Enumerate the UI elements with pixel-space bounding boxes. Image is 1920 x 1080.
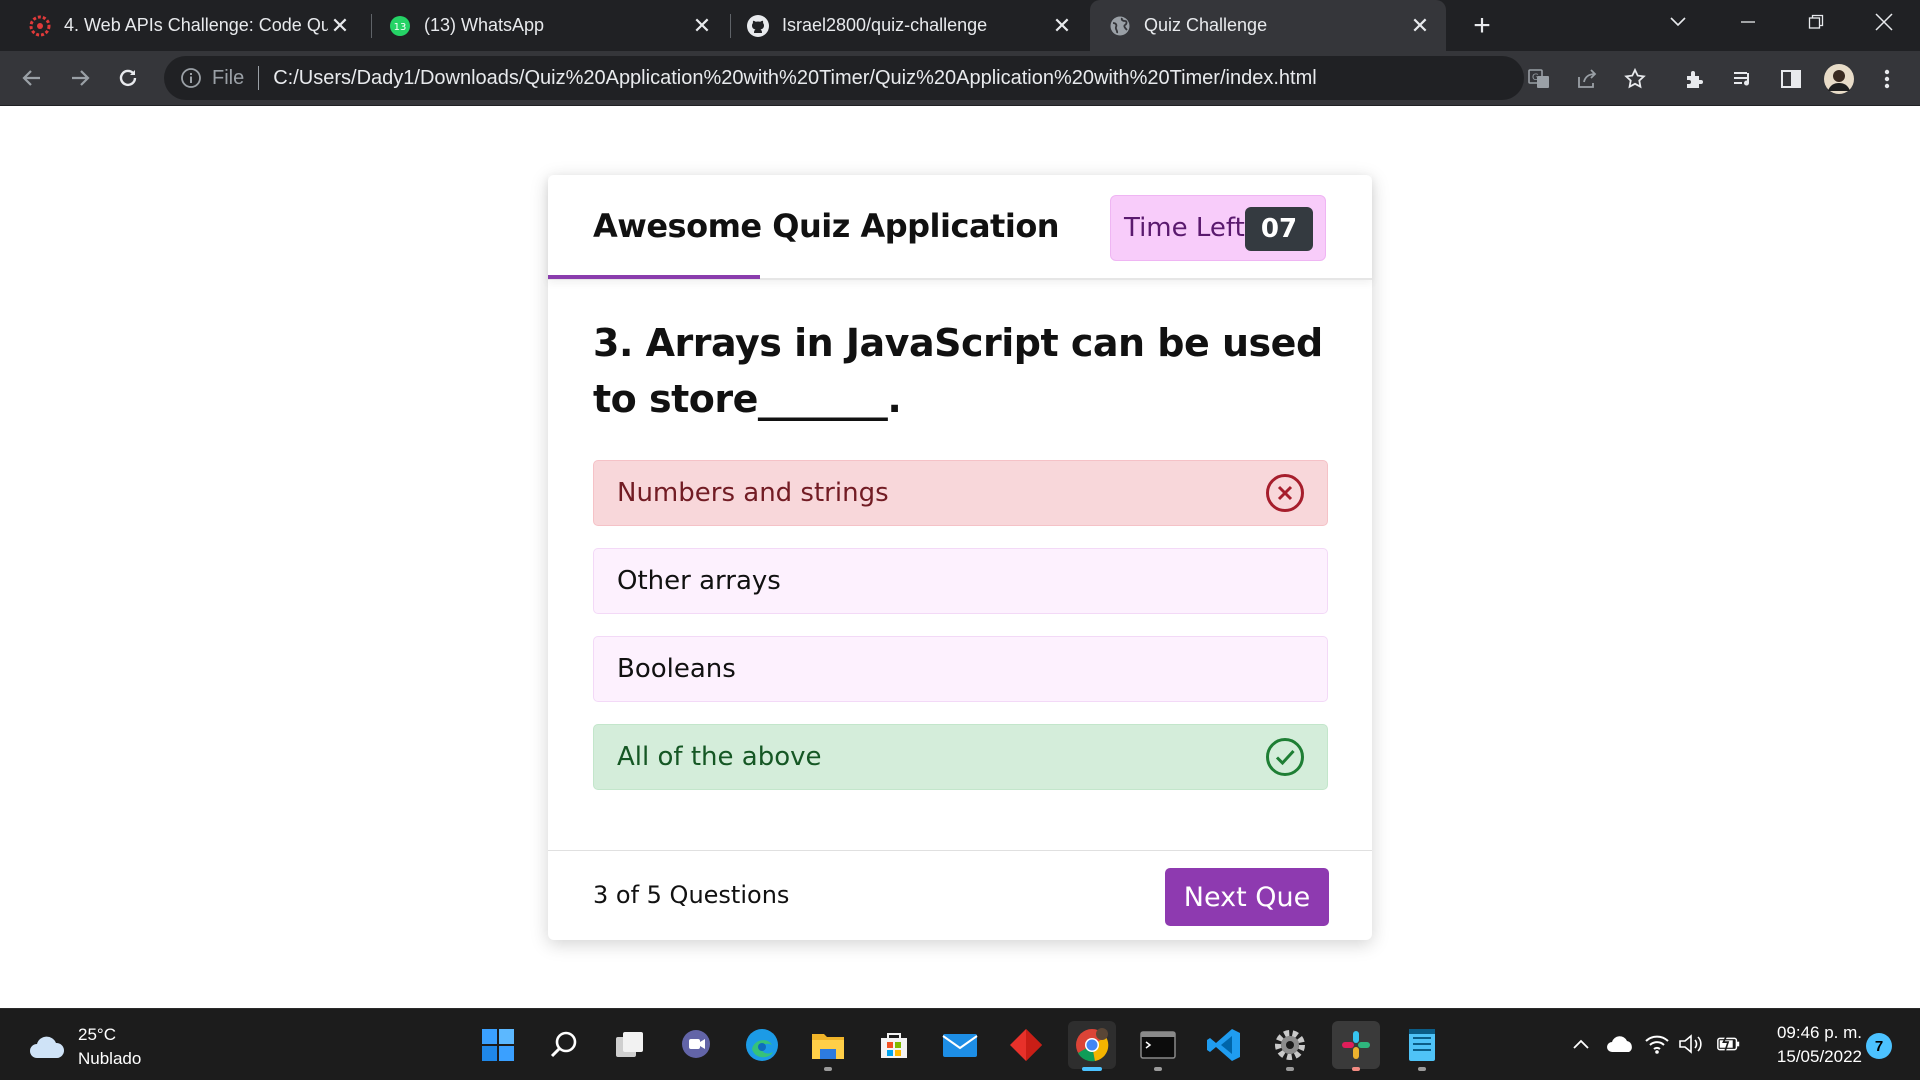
- tab-title: Quiz Challenge: [1144, 15, 1268, 35]
- browser-toolbar: File C:/Users/Dady1/Downloads/Quiz%20App…: [0, 51, 1920, 106]
- extensions-icon[interactable]: [1680, 64, 1710, 94]
- close-tab-icon[interactable]: ✕: [690, 13, 714, 38]
- running-indicator: [1286, 1067, 1294, 1071]
- teams-chat-icon[interactable]: [672, 1021, 720, 1069]
- show-hidden-icons-chevron-icon[interactable]: [1568, 1031, 1594, 1057]
- option[interactable]: Booleans: [593, 636, 1328, 702]
- forward-icon[interactable]: [62, 60, 98, 96]
- volume-icon[interactable]: [1678, 1031, 1704, 1057]
- close-tab-icon[interactable]: ✕: [328, 13, 352, 38]
- close-tab-icon[interactable]: ✕: [1050, 13, 1074, 38]
- url-divider: [258, 66, 260, 90]
- tab-github[interactable]: Israel2800/quiz-challenge ✕: [718, 0, 1088, 51]
- back-icon[interactable]: [14, 60, 50, 96]
- option-label: Numbers and strings: [617, 478, 889, 508]
- wifi-icon[interactable]: [1644, 1031, 1670, 1057]
- timer-label: Time Left: [1124, 213, 1245, 243]
- windows-taskbar: 25°C Nublado 09:46 p. m. 15/05/2022 7: [0, 1008, 1920, 1080]
- settings-icon[interactable]: [1266, 1021, 1314, 1071]
- tab-canvas[interactable]: 4. Web APIs Challenge: Code Qui ✕: [0, 0, 366, 51]
- git-tool-icon[interactable]: [1002, 1021, 1050, 1069]
- tab-search-icon[interactable]: [1650, 0, 1706, 44]
- time-progress-line: [548, 275, 760, 279]
- option-label: Booleans: [617, 654, 736, 684]
- vscode-icon[interactable]: [1200, 1021, 1248, 1069]
- clock-date: 15/05/2022: [1776, 1047, 1862, 1066]
- menu-kebab-icon[interactable]: [1872, 64, 1902, 94]
- canvas-icon: [28, 14, 52, 38]
- new-tab-button[interactable]: +: [1466, 9, 1498, 42]
- running-indicator: [824, 1067, 832, 1071]
- media-queue-icon[interactable]: [1728, 64, 1758, 94]
- bookmark-star-icon[interactable]: [1620, 64, 1650, 94]
- question-text: 3. Arrays in JavaScript can be used to s…: [593, 321, 1323, 421]
- store-icon[interactable]: [870, 1021, 918, 1069]
- slack-icon[interactable]: [1332, 1021, 1380, 1071]
- close-window-icon[interactable]: [1856, 0, 1912, 44]
- url-scheme-label: File: [212, 66, 245, 89]
- task-view-icon[interactable]: [606, 1021, 654, 1069]
- chrome-icon[interactable]: [1068, 1021, 1116, 1071]
- option-label: All of the above: [617, 742, 822, 772]
- option-incorrect[interactable]: Numbers and strings: [593, 460, 1328, 526]
- info-icon[interactable]: [180, 67, 202, 89]
- quiz-box: Awesome Quiz Application Time Left 07 3.…: [548, 175, 1372, 940]
- weather-temperature: 25°C: [78, 1025, 116, 1044]
- running-indicator: [1418, 1067, 1426, 1071]
- timer: Time Left 07: [1110, 195, 1326, 261]
- notepad-icon[interactable]: [1398, 1021, 1446, 1071]
- search-icon[interactable]: [540, 1021, 588, 1069]
- timer-seconds: 07: [1245, 207, 1313, 251]
- battery-charging-icon[interactable]: [1716, 1031, 1742, 1057]
- cross-icon: [1266, 474, 1304, 512]
- file-explorer-icon[interactable]: [804, 1021, 852, 1071]
- svg-text:13: 13: [394, 22, 407, 33]
- system-clock[interactable]: 09:46 p. m. 15/05/2022: [1762, 1021, 1862, 1069]
- tab-title: 4. Web APIs Challenge: Code Qui: [64, 15, 328, 35]
- question-counter: 3 of 5 Questions: [593, 881, 790, 909]
- profile-avatar[interactable]: [1822, 62, 1856, 96]
- weather-description: Nublado: [78, 1049, 142, 1068]
- github-icon: [746, 14, 770, 38]
- browser-tab-strip: 4. Web APIs Challenge: Code Qui ✕ 13 (13…: [0, 0, 1920, 51]
- edge-icon[interactable]: [738, 1021, 786, 1069]
- globe-icon: [1108, 14, 1132, 38]
- option[interactable]: Other arrays: [593, 548, 1328, 614]
- tab-title: Israel2800/quiz-challenge: [782, 15, 988, 35]
- side-panel-icon[interactable]: [1776, 64, 1806, 94]
- cloud-icon: [30, 1036, 65, 1058]
- check-icon: [1266, 738, 1304, 776]
- clock-time: 09:46 p. m.: [1776, 1023, 1862, 1042]
- address-bar[interactable]: File C:/Users/Dady1/Downloads/Quiz%20App…: [164, 56, 1524, 100]
- tab-title: (13) WhatsApp: [424, 15, 545, 35]
- option-correct[interactable]: All of the above: [593, 724, 1328, 790]
- tab-whatsapp[interactable]: 13 (13) WhatsApp ✕: [360, 0, 728, 51]
- terminal-icon[interactable]: [1134, 1021, 1182, 1071]
- quiz-footer: 3 of 5 Questions Next Que: [548, 850, 1372, 940]
- option-label: Other arrays: [617, 566, 781, 596]
- tab-quiz-challenge[interactable]: Quiz Challenge ✕: [1090, 0, 1446, 51]
- minimize-icon[interactable]: [1720, 0, 1776, 44]
- reload-icon[interactable]: [110, 60, 146, 96]
- start-icon[interactable]: [474, 1021, 522, 1069]
- share-icon[interactable]: [1572, 64, 1602, 94]
- mail-icon[interactable]: [936, 1021, 984, 1069]
- notification-badge[interactable]: 7: [1866, 1033, 1892, 1059]
- running-indicator: [1154, 1067, 1162, 1071]
- next-question-button[interactable]: Next Que: [1165, 868, 1329, 926]
- close-tab-icon[interactable]: ✕: [1408, 13, 1432, 38]
- weather-widget[interactable]: 25°C Nublado: [28, 1023, 141, 1071]
- running-indicator: [1352, 1067, 1360, 1071]
- quiz-title: Awesome Quiz Application: [593, 207, 1060, 245]
- whatsapp-icon: 13: [388, 14, 412, 38]
- onedrive-icon[interactable]: [1604, 1031, 1636, 1057]
- restore-icon[interactable]: [1788, 0, 1844, 44]
- translate-icon[interactable]: G: [1524, 64, 1554, 94]
- active-indicator: [1082, 1067, 1102, 1071]
- url-text[interactable]: C:/Users/Dady1/Downloads/Quiz%20Applicat…: [273, 67, 1316, 90]
- quiz-header: Awesome Quiz Application Time Left 07: [548, 175, 1372, 280]
